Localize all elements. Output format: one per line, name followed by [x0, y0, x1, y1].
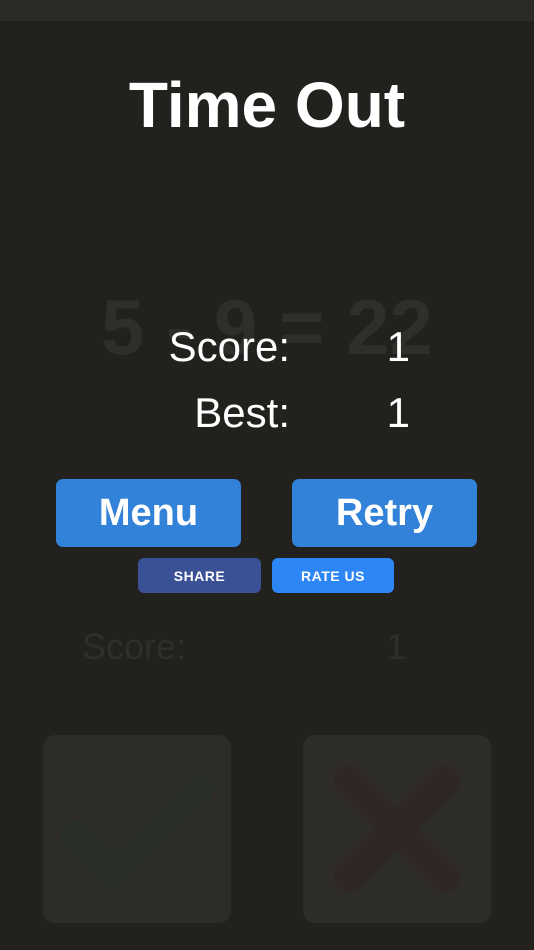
share-button[interactable]: SHARE: [138, 558, 261, 593]
background-score-value: 1: [385, 626, 406, 667]
retry-button[interactable]: Retry: [292, 479, 477, 547]
rate-us-button[interactable]: RATE US: [272, 558, 394, 593]
check-icon: [60, 774, 214, 888]
wrong-answer-button[interactable]: [303, 735, 491, 923]
page-title: Time Out: [128, 69, 406, 141]
menu-button[interactable]: Menu: [56, 479, 241, 547]
score-label: Score:: [168, 323, 290, 370]
best-value: 1: [386, 389, 410, 436]
best-label: Best:: [194, 389, 290, 436]
cross-icon: [334, 766, 460, 892]
correct-answer-button[interactable]: [43, 735, 231, 923]
status-bar: [0, 0, 534, 21]
background-score-label: Score:: [82, 626, 187, 667]
score-value: 1: [386, 323, 410, 370]
